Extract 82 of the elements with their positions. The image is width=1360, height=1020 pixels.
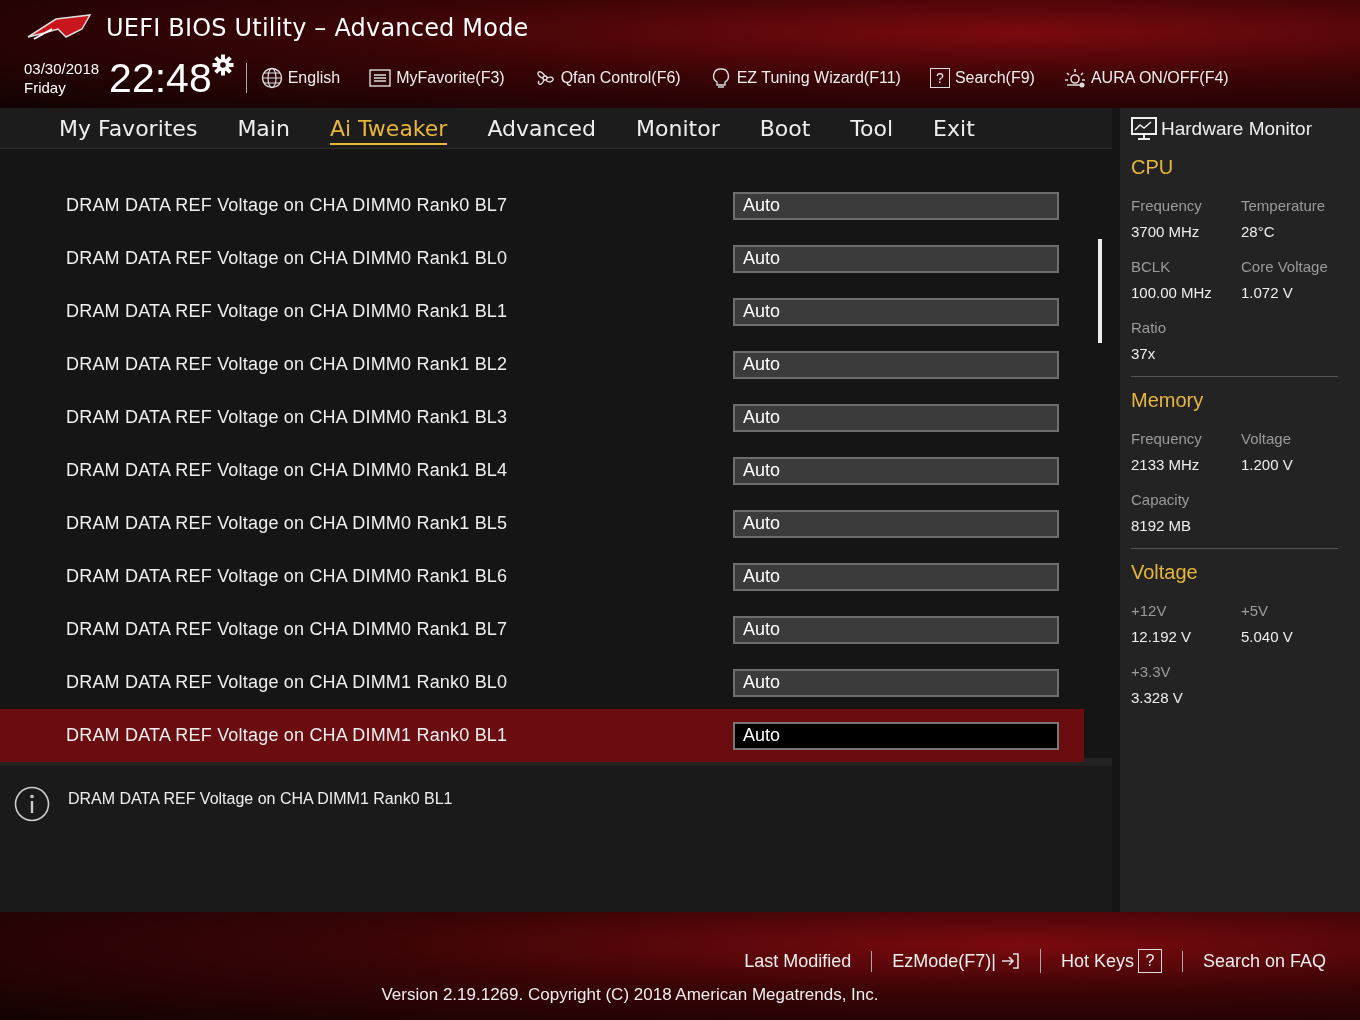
toolbar-button[interactable]: AURA ON/OFF(F4) bbox=[1063, 67, 1229, 89]
date-text: 03/30/2018 bbox=[24, 59, 100, 78]
value-field[interactable]: Auto bbox=[733, 721, 1059, 750]
reading-value: 28°C bbox=[1241, 223, 1276, 240]
value-field[interactable]: Auto bbox=[733, 403, 1059, 432]
reading-value: 2133 MHz bbox=[1131, 456, 1201, 473]
reading-value: 5.040 V bbox=[1241, 628, 1294, 645]
clock-time: 22:48 bbox=[109, 56, 212, 100]
menu-tab[interactable]: Tool bbox=[850, 111, 894, 145]
footer-link[interactable]: Search on FAQ bbox=[1181, 950, 1346, 972]
footer-link[interactable]: Hot Keys ? bbox=[1039, 949, 1182, 973]
value-field[interactable]: Auto bbox=[733, 191, 1059, 220]
setting-label: DRAM DATA REF Voltage on CHA DIMM0 Rank1 BL6 bbox=[66, 566, 509, 587]
setting-label: DRAM DATA REF Voltage on CHA DIMM0 Rank0 BL7 bbox=[66, 195, 509, 216]
value-field[interactable]: Auto bbox=[733, 350, 1059, 379]
toolbar-button[interactable]: ? Search(F9) bbox=[929, 68, 1035, 88]
section-title: Voltage bbox=[1131, 561, 1199, 584]
setting-label: DRAM DATA REF Voltage on CHA DIMM1 Rank0 BL1 bbox=[66, 725, 509, 746]
version-text: Version 2.19.1269. Copyright (C) 2018 American Megatrends, Inc. bbox=[381, 985, 879, 1005]
menu-tab[interactable]: Exit bbox=[933, 111, 975, 145]
setting-label: DRAM DATA REF Voltage on CHA DIMM1 Rank0 BL0 bbox=[66, 672, 509, 693]
setting-label: DRAM DATA REF Voltage on CHA DIMM0 Rank1 BL5 bbox=[66, 513, 509, 534]
reading-label: +5V bbox=[1241, 602, 1270, 619]
light-icon bbox=[1063, 67, 1086, 89]
setting-label: DRAM DATA REF Voltage on CHA DIMM0 Rank1 BL1 bbox=[66, 301, 509, 322]
reading-label: +12V bbox=[1131, 602, 1168, 619]
list-icon bbox=[369, 67, 392, 89]
help-icon: ? bbox=[929, 68, 950, 88]
reading-label: Frequency bbox=[1131, 197, 1203, 214]
reading-value: 3.328 V bbox=[1131, 689, 1184, 706]
exit-icon bbox=[999, 951, 1020, 971]
menu-tab[interactable]: Monitor bbox=[636, 111, 720, 145]
toolbar-button[interactable]: EZ Tuning Wizard(F11) bbox=[709, 67, 901, 89]
reading-label: Ratio bbox=[1131, 319, 1168, 336]
reading-value: 8192 MB bbox=[1131, 517, 1193, 534]
reading-value: 1.072 V bbox=[1241, 284, 1294, 301]
day-text: Friday bbox=[24, 78, 67, 97]
value-field[interactable]: Auto bbox=[733, 509, 1059, 538]
menu-tab[interactable]: Ai Tweaker bbox=[329, 111, 448, 145]
panel-title: Hardware Monitor bbox=[1161, 118, 1312, 140]
help-icon: ? bbox=[1137, 949, 1162, 973]
footer-link[interactable]: Last Modified bbox=[724, 950, 872, 972]
menu-tab[interactable]: Main bbox=[237, 111, 290, 145]
section-title: CPU bbox=[1131, 156, 1175, 179]
reading-label: Voltage bbox=[1241, 430, 1293, 447]
reading-value: 3700 MHz bbox=[1131, 223, 1201, 240]
reading-label: Frequency bbox=[1131, 430, 1203, 447]
toolbar-button[interactable]: English bbox=[260, 67, 341, 89]
setting-label: DRAM DATA REF Voltage on CHA DIMM0 Rank1 BL0 bbox=[66, 248, 509, 269]
value-field[interactable]: Auto bbox=[733, 562, 1059, 591]
value-field[interactable]: Auto bbox=[733, 615, 1059, 644]
window-title: UEFI BIOS Utility – Advanced Mode bbox=[106, 14, 529, 42]
menu-tab[interactable]: Boot bbox=[759, 111, 811, 145]
reading-value: 37x bbox=[1131, 345, 1157, 362]
value-field[interactable]: Auto bbox=[733, 244, 1059, 273]
setting-label: DRAM DATA REF Voltage on CHA DIMM0 Rank1 BL7 bbox=[66, 619, 509, 640]
value-field[interactable]: Auto bbox=[733, 456, 1059, 485]
reading-label: Core Voltage bbox=[1241, 258, 1329, 275]
reading-label: +3.3V bbox=[1131, 663, 1172, 680]
setting-label: DRAM DATA REF Voltage on CHA DIMM0 Rank1 BL4 bbox=[66, 460, 509, 481]
toolbar-button[interactable]: Qfan Control(F6) bbox=[533, 67, 681, 89]
toolbar-button[interactable]: MyFavorite(F3) bbox=[369, 67, 505, 89]
reading-label: Temperature bbox=[1241, 197, 1327, 214]
reading-label: BCLK bbox=[1131, 258, 1172, 275]
section-title: Memory bbox=[1131, 389, 1205, 412]
reading-value: 1.200 V bbox=[1241, 456, 1294, 473]
monitor-icon bbox=[1131, 117, 1157, 141]
globe-icon bbox=[260, 67, 283, 89]
reading-value: 12.192 V bbox=[1131, 628, 1193, 645]
help-description: DRAM DATA REF Voltage on CHA DIMM1 Rank0 BL1 bbox=[68, 790, 453, 808]
scrollbar-thumb[interactable] bbox=[1098, 239, 1102, 343]
value-field[interactable]: Auto bbox=[733, 668, 1059, 697]
setting-label: DRAM DATA REF Voltage on CHA DIMM0 Rank1 BL3 bbox=[66, 407, 509, 428]
reading-value: 100.00 MHz bbox=[1131, 284, 1213, 301]
settings-icon[interactable] bbox=[211, 54, 234, 76]
info-icon bbox=[14, 786, 50, 822]
footer-link[interactable]: EzMode(F7)| bbox=[871, 950, 1040, 972]
menu-tab[interactable]: My Favorites bbox=[59, 111, 198, 145]
setting-label: DRAM DATA REF Voltage on CHA DIMM0 Rank1 BL2 bbox=[66, 354, 509, 375]
menu-tab[interactable]: Advanced bbox=[487, 111, 597, 145]
reading-label: Capacity bbox=[1131, 491, 1191, 508]
value-field[interactable]: Auto bbox=[733, 297, 1059, 326]
